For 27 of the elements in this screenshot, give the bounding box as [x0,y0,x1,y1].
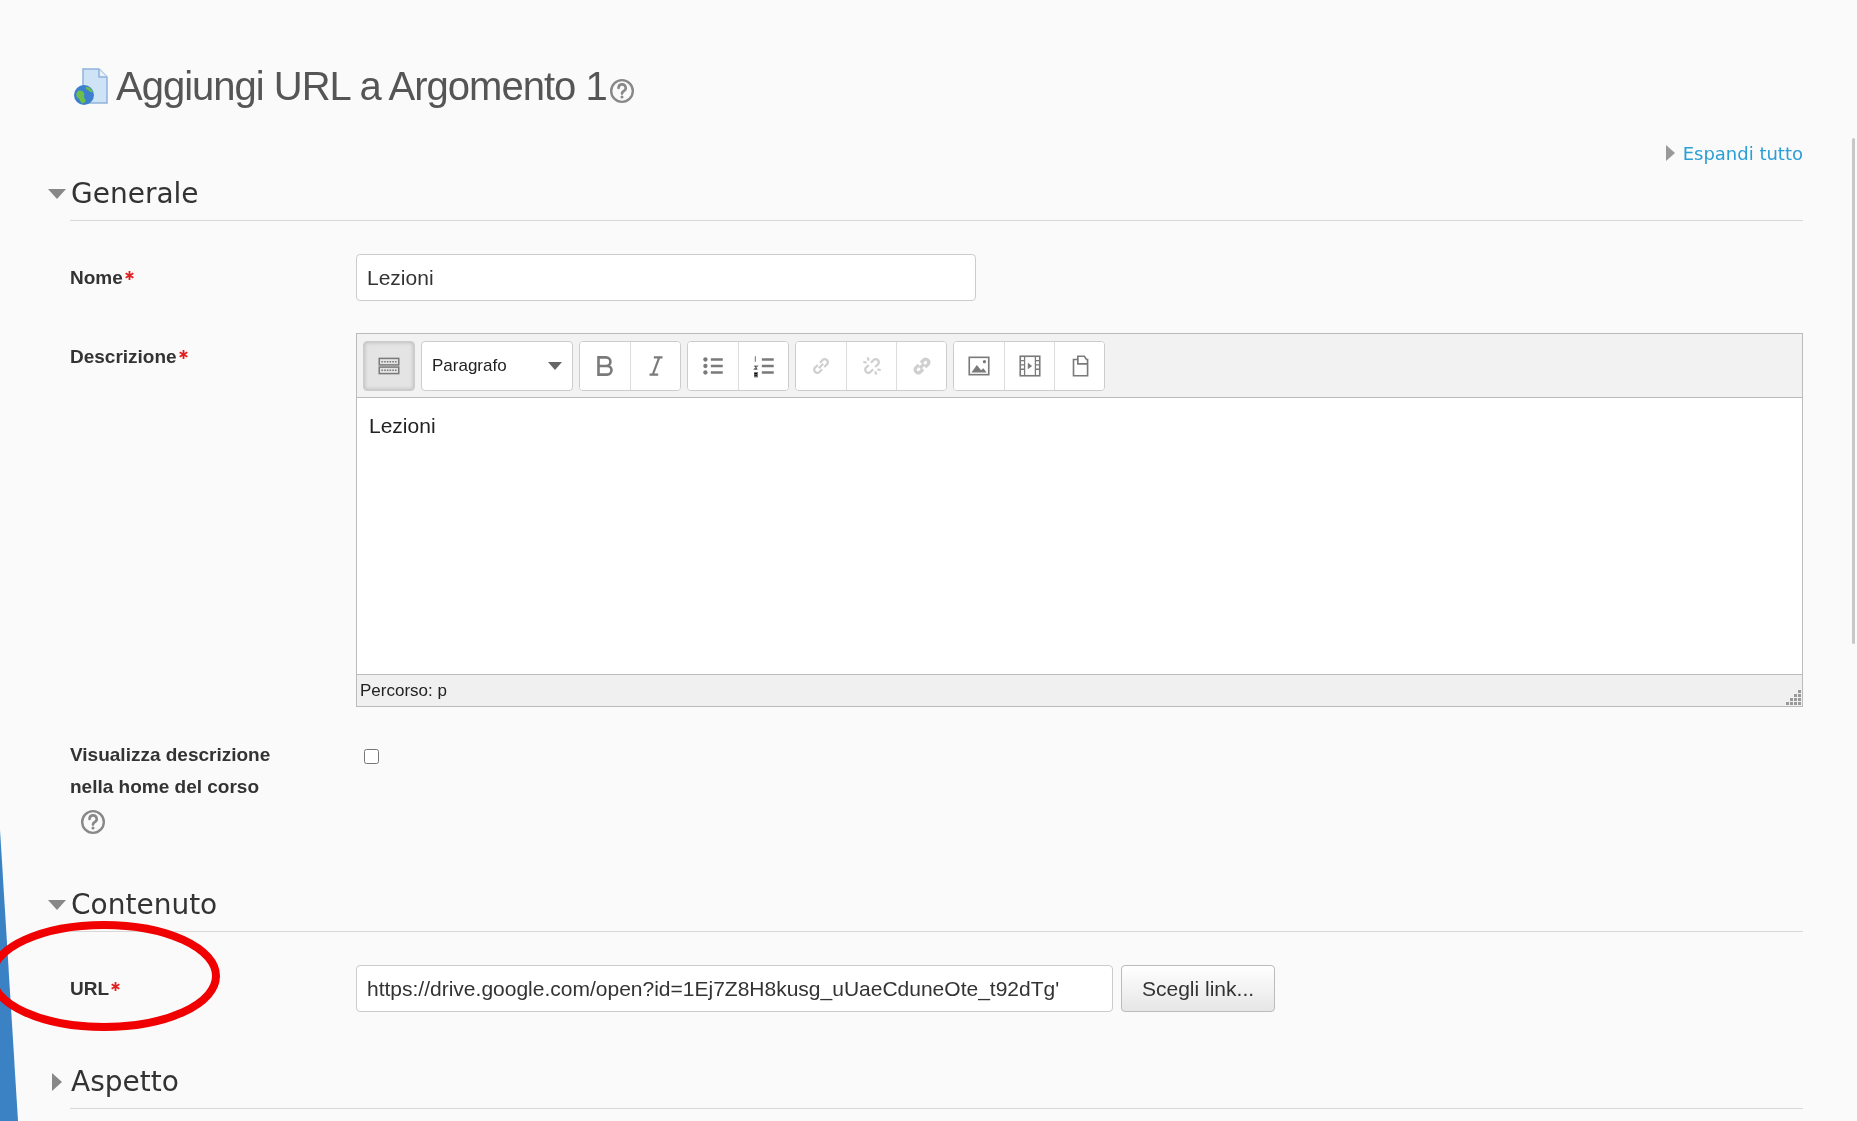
text-editor-area[interactable]: Lezioni [357,398,1802,674]
film-icon [1016,352,1043,379]
section-header[interactable]: Contenuto [48,883,1803,927]
editor-text: Lezioni [369,414,436,437]
field-label: Nome [70,266,123,290]
url-input-field[interactable]: https://drive.google.com/open?id=1Ej7Z8H8kusg_uUaeCduneOte_t92dTg' [356,965,1113,1012]
toolbar-button[interactable] [630,341,680,390]
section-header[interactable]: Aspetto [48,1060,1803,1104]
field-label: Descrizione [70,345,177,369]
toolbar-button[interactable] [1054,341,1104,390]
help-icon[interactable] [608,78,635,104]
field-label: Visualizza descrizione [70,743,272,767]
name-input-field[interactable]: Lezioni [356,254,976,301]
choose-link-button[interactable]: Scegli link... [1121,965,1276,1012]
section-header[interactable]: Generale [48,172,1803,216]
scrollbar-thumb[interactable] [1852,138,1855,644]
checkbox[interactable] [364,749,379,764]
page-title: Aggiungi URL a Argomento 1 [116,63,607,110]
field-label: URL [70,977,110,1001]
field-label: nella home del corso [70,775,260,799]
caret-icon [1665,145,1675,161]
toolbar-button[interactable] [364,341,414,390]
help-icon[interactable] [80,809,106,835]
format-dropdown[interactable]: Paragrafo [422,341,572,390]
dropdown-arrow-icon [548,361,562,370]
editor-path: Percorso: p [360,679,447,702]
toolbar-button[interactable] [738,341,788,390]
